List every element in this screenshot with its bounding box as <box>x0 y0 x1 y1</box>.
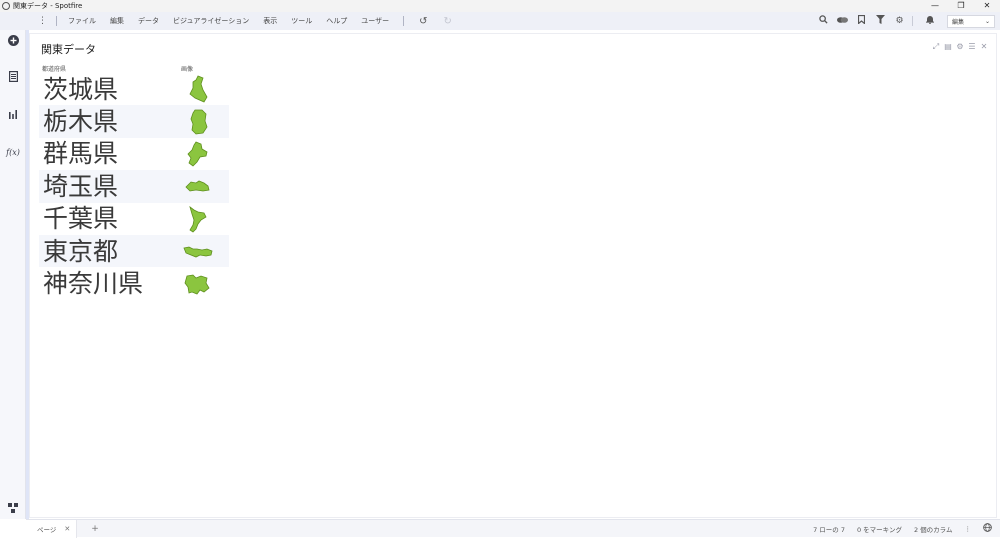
close-panel-icon[interactable]: ✕ <box>978 42 990 52</box>
menu-bar: ⋮ ファイル 編集 データ ビジュアライゼーション 表示 ツール ヘルプ ユーザ… <box>0 12 1000 30</box>
mode-dropdown[interactable]: 編集 ⌄ <box>947 14 995 28</box>
redo-icon[interactable]: ↻ <box>444 16 452 27</box>
menu-data[interactable]: データ <box>138 16 159 26</box>
prefecture-cell: 茨城県 <box>43 74 119 104</box>
prefecture-map-image <box>179 203 229 235</box>
toolbar-right: ⚙ 編集 ⌄ <box>814 14 1000 28</box>
add-files-icon[interactable] <box>5 35 21 49</box>
filter-icon[interactable] <box>871 15 890 27</box>
prefecture-cell: 埼玉県 <box>43 171 119 201</box>
window-title: 関東データ - Spotfire <box>13 2 83 10</box>
visualizations-icon[interactable] <box>5 109 21 123</box>
table-row[interactable]: 埼玉県 <box>39 170 229 203</box>
notification-bell-icon[interactable] <box>920 15 939 27</box>
row-count: 7 ローの 7 <box>813 525 845 534</box>
window-controls: — ❐ ✕ <box>922 0 1000 12</box>
menu-divider <box>56 16 57 26</box>
table-visualization: 関東データ ⤢ ▤ ⚙ ☰ ✕ 都道府県 画像 茨城県 栃木県 群馬県 埼玉県 … <box>29 33 997 518</box>
globe-icon[interactable] <box>983 522 992 535</box>
table-row[interactable]: 神奈川県 <box>39 267 229 299</box>
window-titlebar: 関東データ - Spotfire — ❐ ✕ <box>0 0 1000 12</box>
search-icon[interactable] <box>814 15 833 27</box>
settings-gear-icon[interactable]: ⚙ <box>890 16 909 26</box>
prefecture-cell: 群馬県 <box>43 139 119 169</box>
column-header-image[interactable]: 画像 <box>181 64 193 73</box>
left-rail: f(x) <box>0 30 26 519</box>
menu-tools[interactable]: ツール <box>291 16 312 26</box>
close-window-button[interactable]: ✕ <box>974 0 1000 12</box>
table-body: 茨城県 栃木県 群馬県 埼玉県 千葉県 東京都 神奈川県 <box>39 73 229 300</box>
bookmark-icon[interactable] <box>852 14 871 27</box>
table-row[interactable]: 栃木県 <box>39 105 229 138</box>
prefecture-map-image <box>179 268 229 300</box>
maximize-icon[interactable]: ⤢ <box>930 42 942 52</box>
prefecture-cell: 千葉県 <box>43 204 119 234</box>
menu-help[interactable]: ヘルプ <box>326 16 347 26</box>
table-row[interactable]: 茨城県 <box>39 73 229 105</box>
prefecture-map-image <box>179 138 229 170</box>
close-page-icon[interactable]: ✕ <box>64 525 70 533</box>
column-header-prefecture[interactable]: 都道府県 <box>42 64 66 73</box>
mode-dropdown-value: 編集 <box>952 18 965 26</box>
prefecture-cell: 神奈川県 <box>43 269 144 299</box>
menu-visualization[interactable]: ビジュアライゼーション <box>173 16 249 26</box>
toolbar-divider <box>912 16 913 26</box>
spotfire-logo-icon <box>2 2 10 10</box>
data-canvas-icon[interactable] <box>5 503 21 517</box>
menu-divider <box>403 16 405 26</box>
menu-file[interactable]: ファイル <box>68 16 96 26</box>
table-row[interactable]: 千葉県 <box>39 203 229 235</box>
chevron-down-icon: ⌄ <box>984 17 990 25</box>
minimize-button[interactable]: — <box>922 0 948 12</box>
collaboration-icon[interactable] <box>833 16 852 27</box>
status-info: 7 ローの 7 0 をマーキング 2 個のカラム ⋮ <box>813 522 1000 535</box>
undo-icon[interactable]: ↺ <box>419 16 427 27</box>
data-panel-icon[interactable] <box>5 71 21 85</box>
prefecture-cell: 栃木県 <box>43 107 119 137</box>
menu-view[interactable]: 表示 <box>263 16 277 26</box>
panel-title: 関東データ <box>41 43 96 56</box>
prefecture-cell: 東京都 <box>43 236 119 266</box>
add-page-icon[interactable]: + <box>91 524 99 534</box>
page-tab[interactable]: ページ ✕ <box>26 519 78 538</box>
prefecture-map-image <box>179 235 229 267</box>
marking-count: 0 をマーキング <box>856 525 902 534</box>
panel-actions: ⤢ ▤ ⚙ ☰ ✕ <box>930 42 990 52</box>
page-tab-label: ページ <box>37 525 57 534</box>
prefecture-map-image <box>179 106 229 138</box>
legend-list-icon[interactable]: ☰ <box>966 42 978 52</box>
prefecture-map-image <box>179 170 229 202</box>
menu-edit[interactable]: 編集 <box>110 16 124 26</box>
status-more-icon[interactable]: ⋮ <box>965 525 972 533</box>
restore-button[interactable]: ❐ <box>948 0 974 12</box>
column-count: 2 個のカラム <box>913 525 953 534</box>
properties-gear-icon[interactable]: ⚙ <box>954 42 966 52</box>
table-row[interactable]: 群馬県 <box>39 138 229 170</box>
menu-user[interactable]: ユーザー <box>361 16 389 26</box>
status-bar: ページ ✕ + 7 ローの 7 0 をマーキング 2 個のカラム ⋮ <box>26 519 1000 538</box>
prefecture-map-image <box>179 73 229 105</box>
more-menu-icon[interactable]: ⋮ <box>38 16 47 26</box>
table-row[interactable]: 東京都 <box>39 234 229 268</box>
function-icon[interactable]: f(x) <box>5 146 21 160</box>
copy-icon[interactable]: ▤ <box>942 42 954 52</box>
